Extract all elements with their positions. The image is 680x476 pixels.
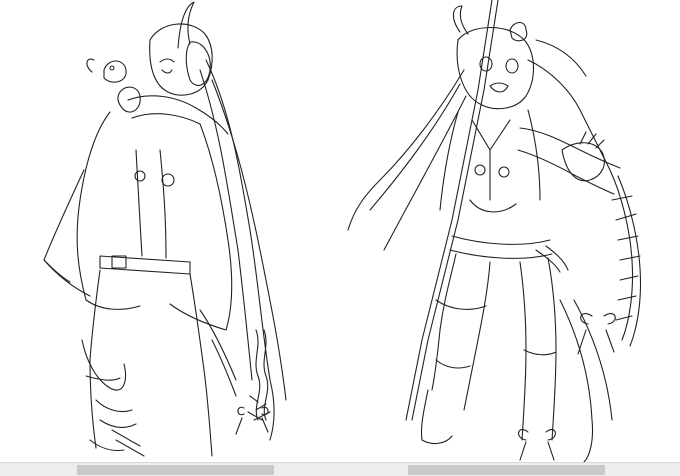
- artboard-right-figure[interactable]: [340, 0, 680, 462]
- scrollbar-thumb-right[interactable]: [408, 465, 605, 475]
- scrollbar-thumb-left[interactable]: [77, 465, 274, 475]
- left-figure-lineart: [43, 1, 287, 457]
- canvas-viewport[interactable]: [0, 0, 680, 462]
- right-figure-lineart: [347, 0, 642, 462]
- horizontal-scrollbar[interactable]: [0, 462, 680, 476]
- artboard-left-figure[interactable]: [0, 0, 340, 462]
